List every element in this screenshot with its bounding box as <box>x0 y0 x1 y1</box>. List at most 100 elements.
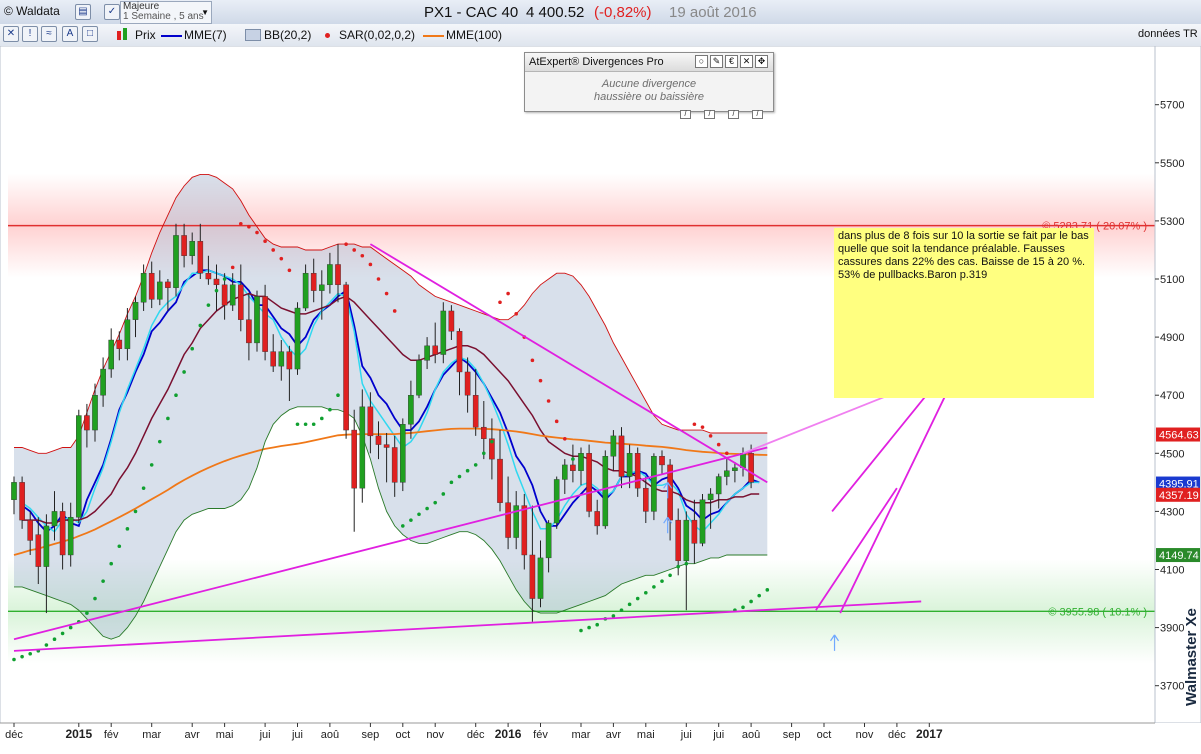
candle-body <box>278 351 285 367</box>
legend-mme100[interactable]: MME(100) <box>446 28 502 42</box>
candle-body <box>424 345 430 361</box>
divergence-panel-title: AtExpert® Divergences Pro <box>529 56 664 68</box>
candle-body <box>246 319 252 344</box>
sar-dot <box>546 399 551 403</box>
candle-body <box>351 429 358 489</box>
window-icon[interactable]: □ <box>82 26 98 42</box>
legend-mme7[interactable]: MME(7) <box>184 28 227 42</box>
legend-prix[interactable]: Prix <box>135 28 156 42</box>
y-tick-label: 3700 <box>1160 681 1184 693</box>
euro-icon[interactable]: € <box>725 55 738 68</box>
divergence-panel-header[interactable]: AtExpert® Divergences Pro ○ ✎ € ✕ ✥ <box>525 53 773 72</box>
candle-body <box>521 505 528 556</box>
price-tag-label: 4564.63 <box>1159 430 1199 442</box>
legend-sar-swatch <box>325 33 330 38</box>
alert-icon[interactable]: ! <box>22 26 38 42</box>
sar-dot <box>376 277 381 281</box>
brush-icon[interactable]: / <box>728 110 739 119</box>
x-tick-label: 2016 <box>495 727 522 741</box>
candle-body <box>391 447 398 483</box>
candle-body <box>578 453 584 471</box>
price-title: 4 400.52 <box>526 4 585 21</box>
candle-body <box>327 264 333 286</box>
y-tick-label: 5500 <box>1160 158 1184 170</box>
x-axis-panel <box>0 723 1201 751</box>
marker-icon[interactable]: / <box>752 110 763 119</box>
date-title: 19 août 2016 <box>669 4 757 21</box>
sar-dot <box>627 602 632 607</box>
chart-area[interactable]: © 5283.71 ( 20.07% ) © 3955.98 ( 10.1% ) 3… <box>0 45 1201 751</box>
sar-dot <box>757 593 761 598</box>
ap-icon[interactable]: A <box>62 26 78 42</box>
pencil-icon[interactable]: / <box>704 110 715 119</box>
sar-dot <box>133 509 138 514</box>
candle-body <box>213 278 220 286</box>
x-tick-label: mar <box>142 729 161 741</box>
x-tick-label: déc <box>5 729 23 741</box>
legend-bb[interactable]: BB(20,2) <box>264 28 311 42</box>
candle-body <box>456 331 463 373</box>
y-tick-label: 4100 <box>1160 565 1184 577</box>
candle-body <box>165 281 171 288</box>
candle-body <box>634 453 641 489</box>
sar-dot <box>20 654 24 659</box>
x-tick-label: oct <box>817 729 832 741</box>
annotation-note[interactable]: dans plus de 8 fois sur 10 la sortie se … <box>834 228 1094 398</box>
sar-dot <box>384 291 389 296</box>
sar-dot <box>425 506 429 511</box>
pen-icon[interactable]: / <box>680 110 691 119</box>
x-tick-label: 2015 <box>65 727 92 741</box>
legend-mme7-swatch <box>161 35 182 37</box>
sar-dot <box>563 436 567 441</box>
sar-dot <box>392 309 397 313</box>
sar-dot <box>271 248 276 252</box>
candle-body <box>173 235 179 288</box>
candle-body <box>562 464 568 480</box>
x-tick-label: nov <box>856 729 874 741</box>
close-icon[interactable]: ✕ <box>740 55 753 68</box>
sar-dot <box>716 442 721 447</box>
sar-dot <box>287 268 292 273</box>
candle-body <box>440 310 447 355</box>
y-tick-label: 4300 <box>1160 506 1184 518</box>
sar-dot <box>538 378 543 383</box>
candle-body <box>618 435 625 477</box>
x-tick-label: avr <box>185 729 201 741</box>
price-chart[interactable]: © 5283.71 ( 20.07% )© 3955.98 ( 10.1% )3… <box>0 45 1201 751</box>
title-bar: © Waldata ▤ ✓ Majeure 1 Semaine , 5 ans … <box>0 0 1201 25</box>
sar-dot <box>684 561 689 566</box>
sar-dot <box>457 474 462 479</box>
candle-body <box>659 456 665 466</box>
candle-body <box>400 424 406 483</box>
chart-type-icon[interactable]: ✓ <box>104 4 120 20</box>
candle-body <box>505 502 511 538</box>
candle-body <box>343 284 349 431</box>
tools-icon[interactable]: ✕ <box>3 26 19 42</box>
y-tick-label: 5700 <box>1160 100 1184 112</box>
x-tick-label: jui <box>680 729 692 741</box>
sliders-icon[interactable]: ≈ <box>41 26 57 42</box>
sar-dot <box>595 622 599 627</box>
candle-body <box>254 296 260 344</box>
candle-body <box>11 482 17 500</box>
candle-body <box>335 264 341 286</box>
sar-dot <box>700 425 705 429</box>
candle-body <box>707 493 714 500</box>
period-selector[interactable]: Majeure 1 Semaine , 5 ans ▼ <box>120 1 212 24</box>
divergence-panel[interactable]: AtExpert® Divergences Pro ○ ✎ € ✕ ✥ Aucu… <box>524 52 774 112</box>
legend-bb-swatch <box>245 29 261 41</box>
circle-icon[interactable]: ○ <box>695 55 708 68</box>
sar-dot <box>749 599 753 604</box>
move-icon[interactable]: ✥ <box>755 55 768 68</box>
legend-mme100-swatch <box>423 35 444 37</box>
wrench-icon[interactable]: ✎ <box>710 55 723 68</box>
sar-dot <box>12 657 16 662</box>
divergence-line-2: haussière ou baissière <box>593 91 705 103</box>
sar-dot <box>409 518 413 522</box>
legend-sar[interactable]: SAR(0,02,0,2) <box>339 28 415 42</box>
y-tick-label: 5300 <box>1160 216 1184 228</box>
sar-dot <box>368 262 373 267</box>
book-icon[interactable]: ▤ <box>75 4 91 20</box>
candle-body <box>197 241 204 274</box>
sar-dot <box>554 419 559 424</box>
